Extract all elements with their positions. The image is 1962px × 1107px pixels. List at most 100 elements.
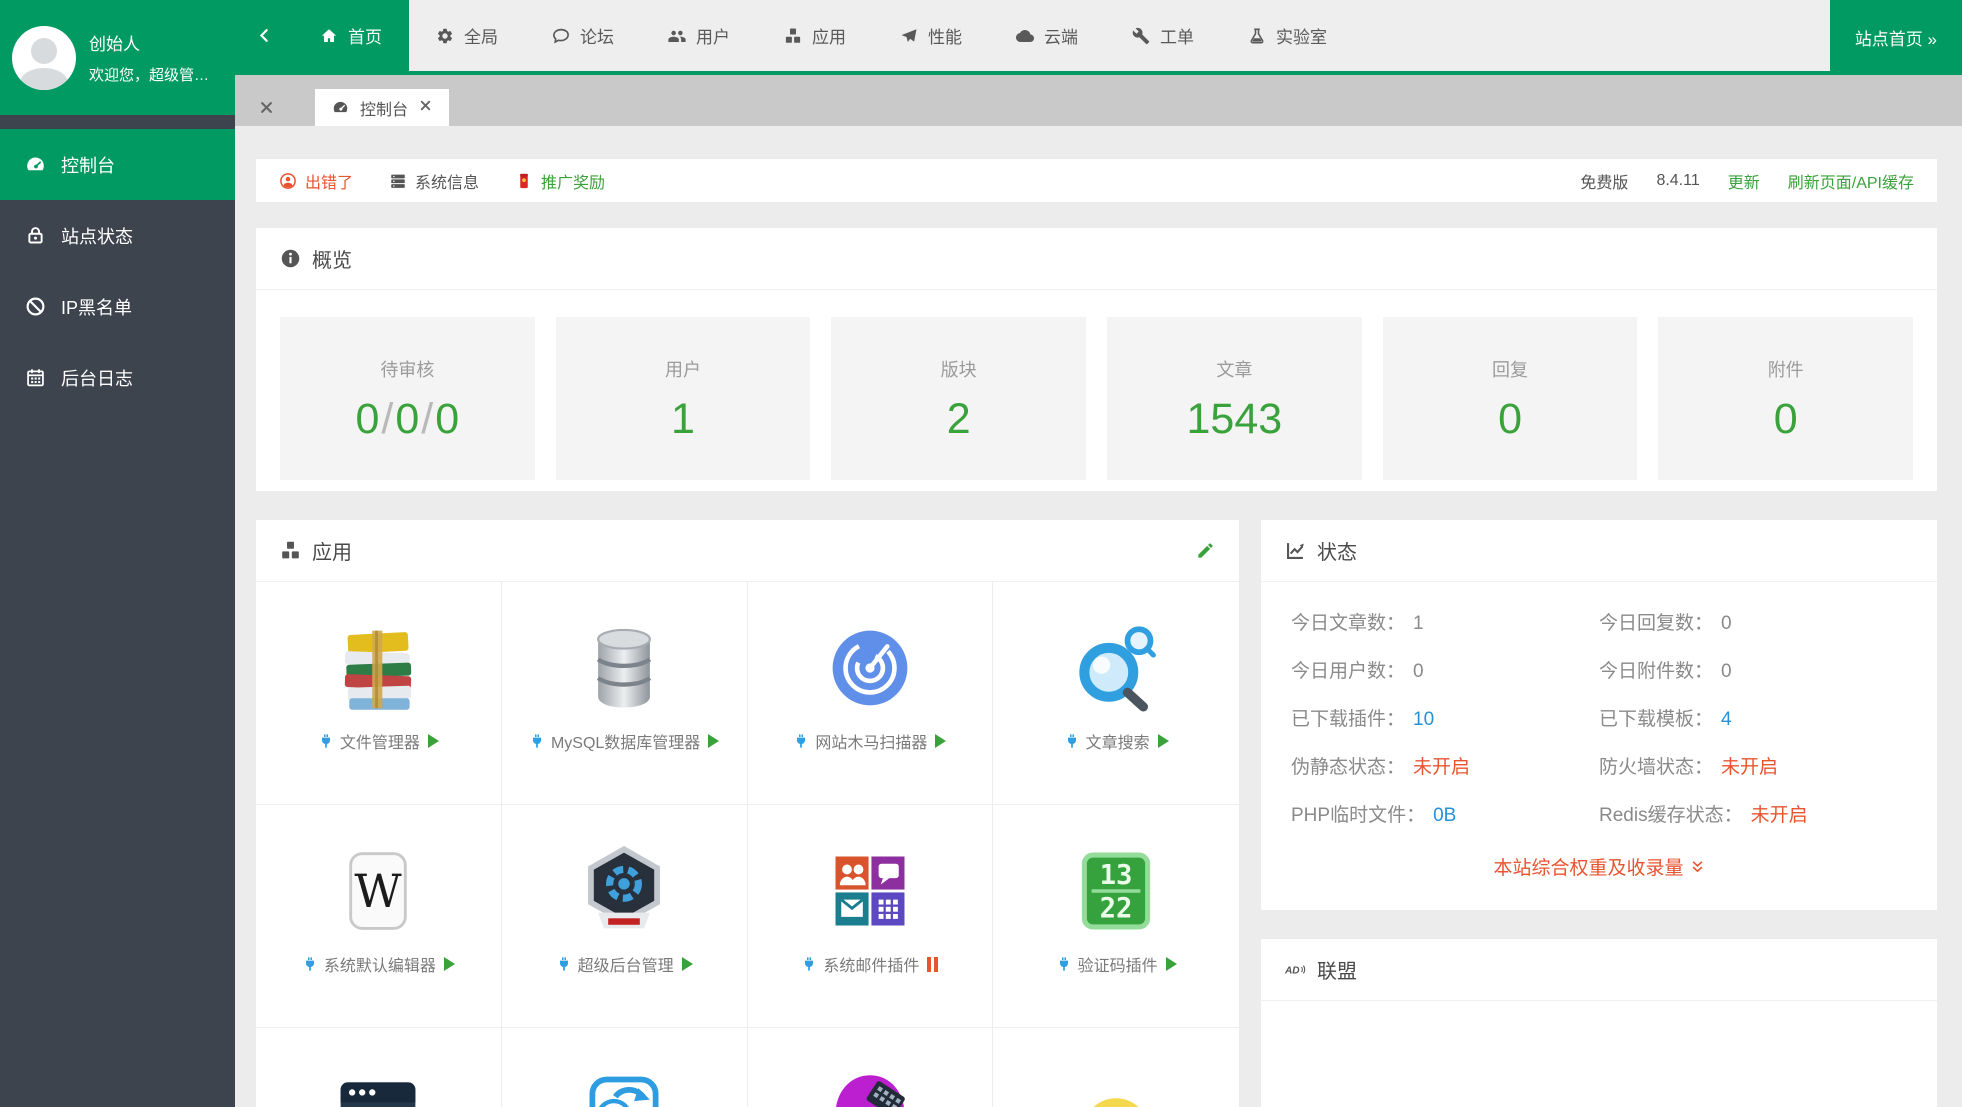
sidebar-item-label: IP黑名单: [61, 294, 132, 320]
tab-console[interactable]: 控制台: [315, 89, 449, 126]
server-icon: [389, 172, 407, 190]
comment-icon: [552, 27, 570, 45]
topnav-item-label: 云端: [1044, 23, 1078, 48]
overview-card-users[interactable]: 用户1: [556, 317, 811, 480]
app-cell-file-manager[interactable]: 文件管理器: [256, 582, 502, 805]
sidebar-item-console[interactable]: 控制台: [0, 129, 235, 200]
chart-line-icon: [1285, 540, 1306, 561]
ban-icon: [25, 296, 46, 317]
plug-icon: [1064, 733, 1080, 749]
app-cell-default-editor[interactable]: W系统默认编辑器: [256, 805, 502, 1028]
topnav-item-home[interactable]: 首页: [293, 0, 409, 71]
topnav-item-users[interactable]: 用户: [641, 0, 757, 71]
status-label: 伪静态状态：: [1291, 752, 1405, 779]
app-cell-app-purple[interactable]: [748, 1028, 994, 1107]
chevrons-down-icon: [1690, 859, 1705, 874]
sidebar-item-site-status[interactable]: 站点状态: [0, 200, 235, 271]
ad-union-content: [1261, 1001, 1937, 1107]
app-cell-captcha-plugin[interactable]: 1322 验证码插件: [993, 805, 1239, 1028]
update-link[interactable]: 更新: [1728, 169, 1760, 193]
status-item-downloaded-plugins: 已下载插件：10: [1291, 704, 1599, 731]
topnav-item-apps[interactable]: 应用: [757, 0, 873, 71]
version-edition-label: 免费版: [1580, 169, 1628, 193]
app-name: 验证码插件: [1078, 952, 1158, 976]
site-home-button[interactable]: 站点首页 »: [1830, 0, 1962, 75]
sidebar-item-label: 控制台: [61, 152, 115, 178]
status-item-redis-cache: Redis缓存状态：未开启: [1599, 800, 1907, 827]
sidebar-collapse-button[interactable]: [235, 0, 293, 71]
play-icon: [444, 957, 455, 971]
tab-close-button[interactable]: [419, 99, 432, 117]
topnav-item-ticket[interactable]: 工单: [1105, 0, 1221, 71]
site-weight-link[interactable]: 本站综合权重及收录量: [1291, 853, 1907, 880]
app-cell-mysql-manager[interactable]: MySQL数据库管理器: [502, 582, 748, 805]
status-value[interactable]: 4: [1721, 709, 1732, 731]
cloud-icon: [1016, 27, 1034, 45]
topnav-item-cloud[interactable]: 云端: [989, 0, 1105, 71]
app-label-row: 超级后台管理: [556, 952, 693, 976]
status-value[interactable]: 10: [1413, 709, 1434, 731]
status-value: 未开启: [1751, 800, 1808, 827]
status-item-php-temp: PHP临时文件： 0B: [1291, 800, 1599, 827]
refresh-cache-link[interactable]: 刷新页面/API缓存: [1788, 169, 1914, 193]
toolbar-link-promo-reward[interactable]: 推广奖励: [515, 169, 605, 193]
toolbar-link-error[interactable]: 出错了: [279, 169, 353, 193]
app-cell-app-jian[interactable]: 简: [502, 1028, 748, 1107]
status-label: PHP临时文件：: [1291, 800, 1425, 827]
overview-card-attachments[interactable]: 附件0: [1658, 317, 1913, 480]
apps-panel-header: 应用: [256, 520, 1239, 582]
version-number: 8.4.11: [1656, 172, 1699, 190]
status-label: 今日附件数：: [1599, 656, 1713, 683]
overview-card-posts[interactable]: 文章1543: [1107, 317, 1362, 480]
radar-icon: [824, 622, 916, 714]
status-value: 0: [1721, 613, 1732, 635]
chevron-left-icon: [257, 28, 272, 43]
slash-separator: /: [419, 395, 435, 443]
info-circle-icon: [280, 248, 301, 269]
status-label: 今日回复数：: [1599, 608, 1713, 635]
lock-icon: [25, 225, 46, 246]
sidebar-item-ip-blacklist[interactable]: IP黑名单: [0, 271, 235, 342]
card-value: 1543: [1107, 395, 1362, 444]
topnav-item-forum[interactable]: 论坛: [525, 0, 641, 71]
app-cell-super-admin[interactable]: 超级后台管理: [502, 805, 748, 1028]
overview-card-pending-review[interactable]: 待审核0/0/0: [280, 317, 535, 480]
cubes-icon: [784, 27, 802, 45]
edit-apps-button[interactable]: [1196, 541, 1215, 560]
app-cell-trojan-scanner[interactable]: 网站木马扫描器: [748, 582, 994, 805]
status-item-today-posts: 今日文章数：1: [1291, 608, 1599, 635]
app-cell-app-yellow[interactable]: [993, 1028, 1239, 1107]
topnav-item-performance[interactable]: 性能: [873, 0, 989, 71]
app-label-row: 系统邮件插件: [801, 952, 938, 976]
app-cell-article-search[interactable]: 文章搜索: [993, 582, 1239, 805]
cubes-icon: [280, 540, 301, 561]
app-cell-app-browser[interactable]: [256, 1028, 502, 1107]
close-all-tabs-button[interactable]: [249, 89, 283, 126]
topnav-item-label: 工单: [1160, 23, 1194, 48]
card-label: 附件: [1658, 356, 1913, 382]
overview-card-forums[interactable]: 版块2: [831, 317, 1086, 480]
status-value[interactable]: 0B: [1433, 805, 1456, 827]
card-label: 待审核: [280, 356, 535, 382]
sidebar-item-label: 后台日志: [61, 365, 133, 391]
card-label: 回复: [1383, 356, 1638, 382]
admin-profile-block: 创始人 欢迎您，超级管…: [0, 0, 235, 115]
play-icon: [1166, 957, 1177, 971]
app-label-row: MySQL数据库管理器: [529, 729, 719, 753]
topnav-item-global[interactable]: 全局: [409, 0, 525, 71]
toolbar-link-system-info[interactable]: 系统信息: [389, 169, 479, 193]
status-panel: 状态 今日文章数：1今日回复数：0今日用户数：0今日附件数：0已下载插件：10已…: [1261, 520, 1937, 910]
overview-card-replies[interactable]: 回复 0: [1383, 317, 1638, 480]
topnav-item-label: 应用: [812, 23, 846, 48]
sidebar-item-admin-log[interactable]: 后台日志: [0, 342, 235, 413]
status-label: 今日文章数：: [1291, 608, 1405, 635]
avatar[interactable]: [12, 26, 76, 90]
app-cell-mail-plugin[interactable]: 系统邮件插件: [748, 805, 994, 1028]
card-value: 0: [1383, 395, 1638, 444]
status-label: 防火墙状态：: [1599, 752, 1713, 779]
play-icon: [708, 734, 719, 748]
captcha-icon: 1322: [1070, 845, 1162, 937]
topnav-item-lab[interactable]: 实验室: [1221, 0, 1354, 71]
paper-plane-icon: [900, 27, 918, 45]
svg-text:W: W: [355, 864, 403, 918]
